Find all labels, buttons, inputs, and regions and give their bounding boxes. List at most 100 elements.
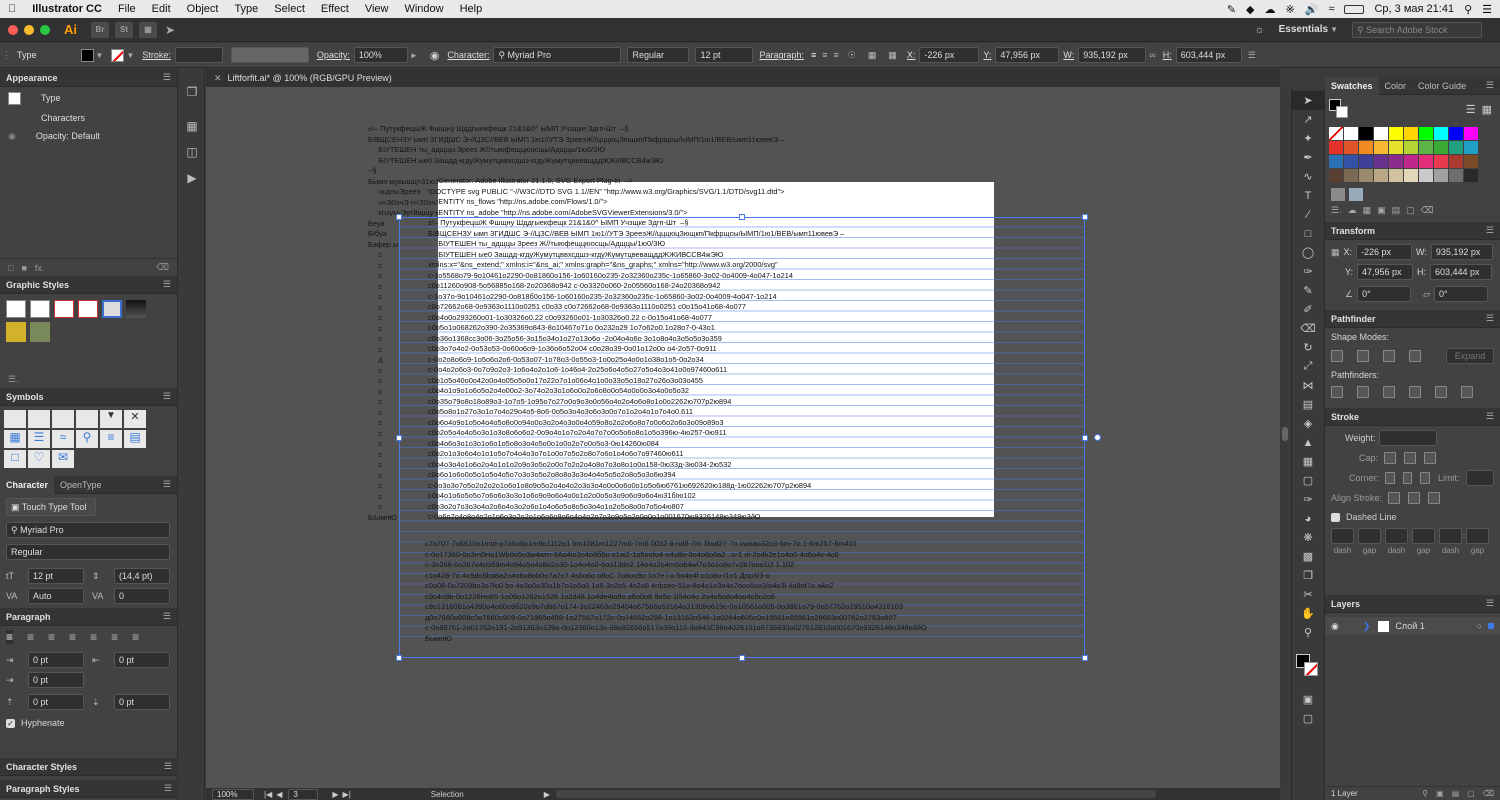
graphic-style-swatch[interactable] <box>6 322 26 342</box>
recolor-artwork-icon[interactable]: ◉ <box>430 49 440 62</box>
swatch-cell[interactable] <box>1329 141 1343 154</box>
trash-icon[interactable]: ⌫ <box>1421 205 1434 216</box>
scale-tool-icon[interactable]: ⤢ <box>1292 357 1324 376</box>
close-document-icon[interactable]: ✕ <box>214 73 222 84</box>
hand-tool-icon[interactable]: ✋ <box>1292 604 1324 623</box>
grid-view-icon[interactable]: ▦ <box>1482 103 1492 116</box>
list-symbol-icon[interactable]: ☰ <box>28 430 50 448</box>
panel-menu-icon[interactable]: ☰ <box>163 72 171 83</box>
appearance-opacity-row[interactable]: ◉ Opacity: Default <box>0 127 177 145</box>
reference-point-icon[interactable]: ▦ <box>888 50 897 61</box>
workspace-switcher[interactable]: Essentials <box>1279 24 1328 35</box>
justify-all-icon[interactable]: ≡ <box>132 630 139 644</box>
eyedropper-tool-icon[interactable]: ✑ <box>1292 490 1324 509</box>
swatch-cell[interactable] <box>1389 169 1403 182</box>
character-kerning-field[interactable]: Auto <box>28 588 84 604</box>
resize-handle[interactable] <box>739 655 745 661</box>
swatch-cell[interactable] <box>1389 141 1403 154</box>
resize-handle[interactable] <box>1082 214 1088 220</box>
rotate-field[interactable]: 0° <box>1357 286 1412 302</box>
stroke-swatch[interactable] <box>111 48 125 62</box>
gap-field[interactable] <box>1412 528 1435 544</box>
volume-icon[interactable]: 🔊 <box>1305 3 1319 16</box>
bluetooth-icon[interactable]: ※ <box>1286 3 1295 16</box>
visibility-eye-icon[interactable]: ◉ <box>1331 621 1339 632</box>
transform-x-field[interactable]: -226 px <box>1356 244 1413 260</box>
intersect-icon[interactable] <box>1383 350 1395 362</box>
blob-brush-tool-icon[interactable]: ✐ <box>1292 300 1324 319</box>
panel-menu-icon[interactable]: ☰ <box>164 761 172 772</box>
status-arrow-icon[interactable]: ▶ <box>544 790 550 799</box>
align-left-icon[interactable]: ≡ <box>6 630 14 644</box>
heart-symbol-icon[interactable]: ♡ <box>28 450 50 468</box>
apple-icon[interactable]:  <box>0 3 24 15</box>
font-size-field[interactable]: 12 pt <box>695 47 754 63</box>
swatch-cell[interactable] <box>1464 141 1478 154</box>
character-styles-panel-header[interactable]: Character Styles ☰ <box>0 758 178 776</box>
swatch-options-icon[interactable]: ▣ <box>1377 205 1386 216</box>
clipping-mask-icon[interactable]: ▣ <box>1436 789 1444 798</box>
opacity-label[interactable]: Opacity: <box>317 50 350 60</box>
arrange-documents-icon[interactable]: ▦ <box>139 21 157 38</box>
appearance-type-row[interactable]: Type <box>0 87 177 109</box>
align-inside-stroke-icon[interactable] <box>1408 492 1421 504</box>
dash-field[interactable] <box>1331 528 1354 544</box>
swatch-cell[interactable] <box>1434 155 1448 168</box>
swatch-cell[interactable] <box>1374 169 1388 182</box>
appearance-characters-row[interactable]: Characters <box>0 109 177 127</box>
swatch-cell[interactable] <box>1374 155 1388 168</box>
fill-dropdown-icon[interactable]: ▼ <box>96 51 104 60</box>
rss-symbol-icon[interactable]: ≈ <box>52 430 74 448</box>
swatch-cell[interactable] <box>1374 127 1388 140</box>
text-out-port[interactable] <box>1094 434 1101 441</box>
swatch-cell[interactable] <box>1419 155 1433 168</box>
stroke-weight-input[interactable] <box>1379 430 1438 446</box>
space-after-field[interactable]: 0 pt <box>114 694 170 710</box>
paragraph-label[interactable]: Paragraph: <box>759 50 804 60</box>
bridge-button[interactable]: Br <box>91 21 109 38</box>
selection-bounding-box[interactable] <box>399 217 1085 658</box>
swatch-cell[interactable] <box>1329 169 1343 182</box>
new-sublayer-icon[interactable]: ▤ <box>1452 789 1460 798</box>
character-style-field[interactable]: Regular <box>6 544 170 560</box>
new-swatch-icon[interactable]: ▢ <box>1406 205 1415 216</box>
tab-character[interactable]: Character <box>0 475 55 494</box>
swatch-cell[interactable] <box>1404 169 1418 182</box>
perspective-grid-tool-icon[interactable]: ▲ <box>1292 433 1324 452</box>
swatch-cell[interactable] <box>1329 155 1343 168</box>
panel-menu-icon[interactable]: ☰ <box>1486 313 1494 324</box>
slice-tool-icon[interactable]: ✂ <box>1292 585 1324 604</box>
free-transform-tool-icon[interactable]: ▤ <box>1292 395 1324 414</box>
minimize-window-button[interactable] <box>24 24 34 35</box>
screen-mode-icon[interactable]: ▢ <box>1292 709 1324 728</box>
expand-layer-icon[interactable]: ❯ <box>1363 621 1371 632</box>
stroke-limit-field[interactable] <box>1465 470 1494 486</box>
paintbrush-tool-icon[interactable]: ✑ <box>1292 262 1324 281</box>
trim-icon[interactable] <box>1357 386 1369 398</box>
swatch-cell[interactable] <box>1389 127 1403 140</box>
stroke-dropdown-icon[interactable]: ▼ <box>126 51 134 60</box>
transparency-panel-icon[interactable]: ◫ <box>179 139 205 165</box>
align-panel-icon[interactable]: ▦ <box>179 113 205 139</box>
libraries-icon[interactable]: ☰. <box>8 374 19 385</box>
fx-icon[interactable]: fx. <box>35 263 45 273</box>
minus-front-icon[interactable] <box>1357 350 1369 362</box>
line-tool-icon[interactable]: ∕ <box>1292 205 1324 224</box>
graph-tool-icon[interactable]: ▩ <box>1292 547 1324 566</box>
y-field[interactable]: 47,956 px <box>995 47 1060 63</box>
link-icon[interactable]: ∞ <box>1149 50 1155 60</box>
touch-type-tool-button[interactable]: ▣ Touch Type Tool <box>6 498 96 516</box>
gpu-performance-icon[interactable]: ➤ <box>165 23 175 37</box>
space-before-field[interactable]: 0 pt <box>28 694 84 710</box>
paragraph-panel-header[interactable]: Paragraph ☰ <box>0 608 177 626</box>
swatch-cell[interactable] <box>1344 169 1358 182</box>
font-family-field[interactable]: ⚲ Myriad Pro <box>493 47 622 63</box>
swatch-cell[interactable] <box>1419 127 1433 140</box>
graphic-style-swatch[interactable] <box>30 322 50 342</box>
zoom-window-button[interactable] <box>40 24 50 35</box>
swatch-cell[interactable] <box>1374 141 1388 154</box>
panel-menu-icon[interactable]: ☰ <box>1486 80 1494 91</box>
list-view-icon[interactable]: ☰ <box>1466 103 1476 116</box>
miter-join-icon[interactable] <box>1385 472 1395 484</box>
status-mode[interactable]: Selection <box>431 790 464 799</box>
